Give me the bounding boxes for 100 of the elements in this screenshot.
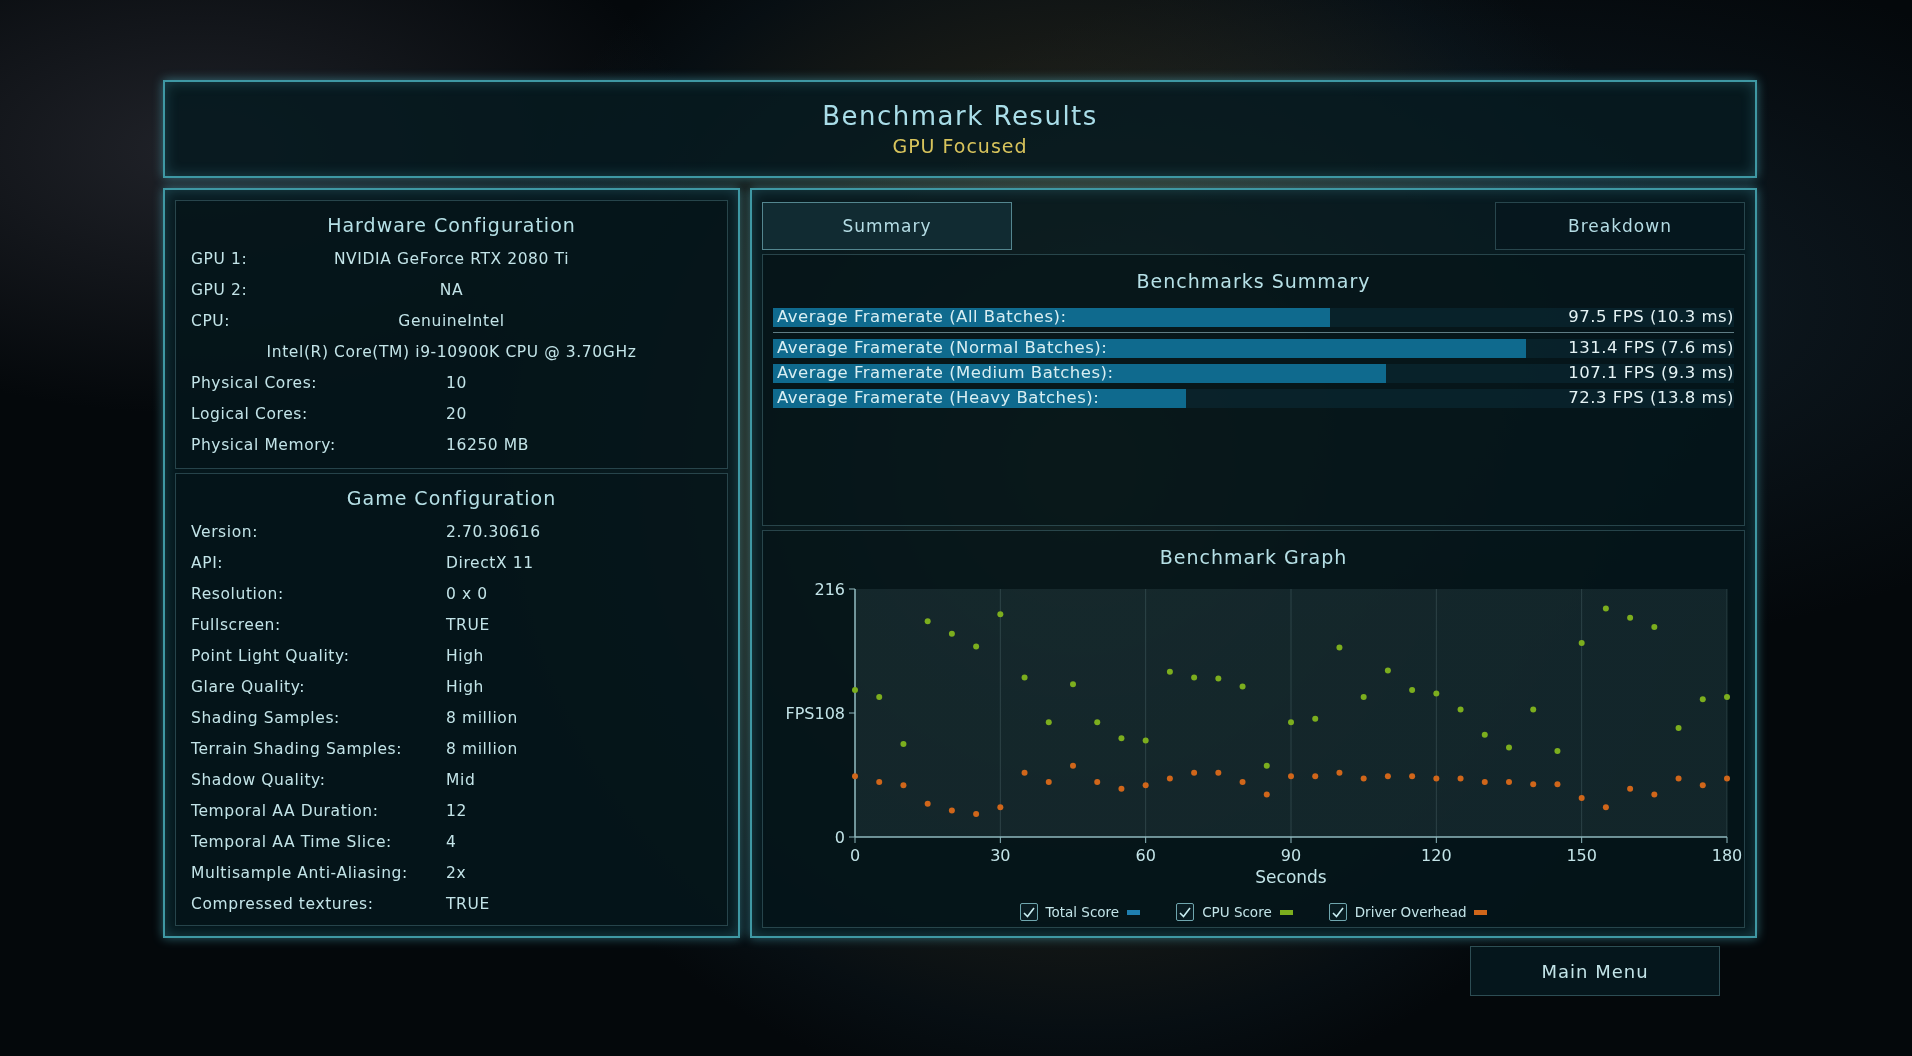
- checkbox[interactable]: [1328, 903, 1347, 921]
- data-point: [1457, 706, 1464, 713]
- data-point: [1335, 769, 1342, 776]
- data-point: [1432, 690, 1439, 697]
- setting-value: DirectX 11: [446, 553, 534, 572]
- setting-label: Shadow Quality:: [191, 770, 326, 789]
- data-point: [1650, 791, 1657, 798]
- data-point: [1408, 687, 1415, 694]
- x-tick-label: 90: [1280, 846, 1301, 865]
- data-point: [1553, 781, 1560, 788]
- setting-value: 16250 MB: [446, 435, 530, 454]
- data-point: [1529, 706, 1536, 713]
- x-tick-label: 180: [1711, 846, 1742, 865]
- data-point: [1432, 775, 1439, 782]
- setting-label: Glare Quality:: [191, 677, 306, 696]
- data-point: [851, 687, 858, 694]
- data-point: [924, 618, 931, 625]
- page-subtitle: GPU Focused: [892, 135, 1028, 157]
- setting-value: TRUE: [446, 615, 490, 634]
- x-tick-label: 30: [989, 846, 1010, 865]
- data-point: [1287, 773, 1294, 780]
- data-point: [1481, 731, 1488, 738]
- data-point: [1675, 775, 1682, 782]
- data-point: [1311, 715, 1318, 722]
- data-point: [972, 811, 979, 818]
- data-point: [1699, 696, 1706, 703]
- data-point: [1723, 693, 1730, 700]
- data-point: [1699, 782, 1706, 789]
- result-label: Average Framerate (Normal Batches):: [776, 337, 1108, 359]
- data-point: [1239, 778, 1246, 785]
- tab[interactable]: Breakdown: [1495, 202, 1745, 250]
- page-title: Benchmark Results: [822, 101, 1098, 131]
- setting-label: CPU:: [191, 311, 231, 330]
- setting-label: Compressed textures:: [191, 894, 374, 913]
- data-point: [899, 782, 906, 789]
- y-tick-label: 216: [813, 581, 845, 599]
- setting-value: 2x: [446, 863, 467, 882]
- checkbox[interactable]: [1019, 903, 1038, 921]
- setting-label: Multisample Anti-Aliasing:: [191, 863, 408, 882]
- data-point: [1384, 667, 1391, 674]
- data-point: [972, 643, 979, 650]
- data-point: [1578, 639, 1585, 646]
- data-point: [1457, 775, 1464, 782]
- x-tick-label: 60: [1135, 846, 1156, 865]
- data-point: [1093, 778, 1100, 785]
- data-point: [1529, 781, 1536, 788]
- data-point: [1481, 778, 1488, 785]
- data-point: [1021, 674, 1028, 681]
- setting-value: Intel(R) Core(TM) i9-10900K CPU @ 3.70GHz: [266, 342, 637, 361]
- setting-label: Physical Cores:: [191, 373, 318, 392]
- x-tick-label: 150: [1565, 846, 1597, 865]
- data-point: [1239, 683, 1246, 690]
- data-point: [1723, 775, 1730, 782]
- setting-label: GPU 1:: [191, 249, 248, 268]
- setting-value: 2.70.30616: [446, 522, 541, 541]
- data-point: [996, 611, 1003, 618]
- data-point: [1142, 782, 1149, 789]
- y-tick-label: FPS108: [784, 704, 845, 723]
- tab[interactable]: Summary: [762, 202, 1012, 250]
- data-point: [1045, 719, 1052, 726]
- setting-value: High: [446, 677, 485, 696]
- setting-label: Physical Memory:: [191, 435, 336, 454]
- setting-value: Mid: [446, 770, 476, 789]
- setting-value: 8 million: [446, 708, 518, 727]
- data-point: [1360, 775, 1367, 782]
- data-point: [1021, 769, 1028, 776]
- data-point: [1263, 762, 1270, 769]
- setting-value: NA: [439, 280, 464, 299]
- main-menu-button[interactable]: Main Menu: [1470, 946, 1720, 996]
- data-point: [1505, 744, 1512, 751]
- setting-label: Logical Cores:: [191, 404, 308, 423]
- data-point: [1214, 769, 1221, 776]
- setting-value: 8 million: [446, 739, 518, 758]
- setting-label: Temporal AA Time Slice:: [191, 832, 392, 851]
- setting-value: 10: [446, 373, 467, 392]
- result-value: 107.1 FPS (9.3 ms): [1568, 362, 1734, 384]
- data-point: [1505, 778, 1512, 785]
- data-point: [1117, 735, 1124, 742]
- data-point: [1190, 769, 1197, 776]
- x-tick-label: 0: [849, 846, 860, 865]
- y-tick-label: 0: [834, 828, 845, 847]
- data-point: [1117, 785, 1124, 792]
- setting-label: Temporal AA Duration:: [191, 801, 379, 820]
- data-point: [1602, 605, 1609, 612]
- data-point: [1166, 775, 1173, 782]
- result-label: Average Framerate (Heavy Batches):: [776, 387, 1100, 409]
- setting-value: 0 x 0: [446, 584, 488, 603]
- data-point: [1311, 773, 1318, 780]
- result-label: Average Framerate (Medium Batches):: [776, 362, 1114, 384]
- x-tick-label: 120: [1420, 846, 1452, 865]
- setting-value: GenuineIntel: [398, 311, 505, 330]
- setting-label: Fullscreen:: [191, 615, 281, 634]
- data-point: [1287, 719, 1294, 726]
- section-title: Game Configuration: [345, 486, 558, 511]
- section-title: Benchmark Graph: [1159, 545, 1348, 570]
- data-point: [1384, 773, 1391, 780]
- setting-label: Point Light Quality:: [191, 646, 350, 665]
- result-label: Average Framerate (All Batches):: [776, 306, 1067, 328]
- setting-value: 4: [446, 832, 457, 851]
- checkbox[interactable]: [1176, 903, 1195, 921]
